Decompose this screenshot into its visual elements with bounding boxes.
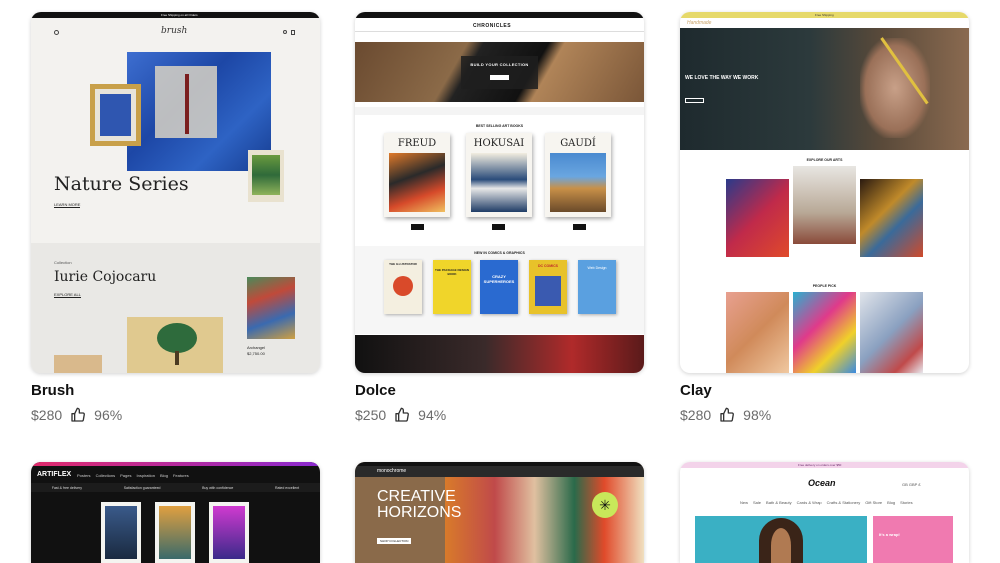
announcement-bar: Free Shipping on all Orders (31, 12, 320, 18)
monochrome-logo: monochrome (377, 468, 407, 474)
currency-selector[interactable]: GB GBP £ (902, 482, 921, 487)
theme-meta: $280 96% (31, 407, 122, 423)
theme-name[interactable]: Brush (31, 382, 74, 399)
pick-tile-1[interactable] (726, 292, 789, 373)
add-to-cart-button-3[interactable] (573, 224, 586, 230)
poster-1[interactable] (101, 502, 141, 563)
book-freud[interactable]: FREUD (384, 133, 450, 217)
hero-banner: BUILD YOUR COLLECTION (355, 42, 644, 102)
hero-box: BUILD YOUR COLLECTION (461, 56, 538, 89)
announcement-bar: Free delivery on orders over $50 (680, 462, 969, 468)
hero-art (445, 477, 644, 563)
collection-title: Iurie Cojocaru (54, 269, 157, 285)
comic-dc-comics[interactable]: DC COMICS (529, 260, 567, 314)
thumbs-up-icon (720, 407, 735, 422)
thumbs-up-icon (395, 407, 410, 422)
hero-shop-button[interactable] (490, 75, 509, 80)
comic-web-design[interactable]: Web Design (578, 260, 616, 314)
comic-illustrator[interactable]: THE ILLUSTRATOR (384, 260, 422, 314)
thumbs-up-icon (71, 407, 86, 422)
hanging-painting (248, 150, 284, 202)
art-tile-2[interactable] (793, 166, 856, 244)
hero-button[interactable] (685, 98, 704, 103)
comics-section: NEW IN COMICS & GRAPHICS THE ILLUSTRATOR… (355, 246, 644, 334)
pick-tile-3[interactable] (860, 292, 923, 373)
comic-crazy-superheroes[interactable]: CRAZY SUPERHEROES (480, 260, 518, 314)
perks-bar: Fast & free delivery Satisfaction guaran… (31, 483, 320, 492)
section-bestselling: BEST SELLING ART BOOKS (475, 124, 524, 128)
small-frame (54, 355, 102, 373)
theme-rating: 98% (743, 407, 772, 423)
dolce-brand: CHRONICLES (473, 23, 512, 29)
add-to-cart-button-2[interactable] (492, 224, 505, 230)
header-divider (355, 31, 644, 32)
product-price: $2,750.00 (247, 351, 265, 356)
announcement-bar: Free Shipping (680, 12, 969, 18)
book-hokusai[interactable]: HOKUSAI (466, 133, 532, 217)
theme-preview-clay[interactable]: Free Shipping Handmade WE LOVE THE WAY W… (680, 12, 969, 373)
comic-package-design[interactable]: THE PACKAGE DESIGN BOOK (433, 260, 471, 314)
collection-section: Collection Iurie Cojocaru EXPLORE ALL Ar… (31, 243, 320, 373)
product-archangel-image[interactable] (247, 277, 295, 339)
sparkle-badge: ✳ (592, 492, 618, 518)
pick-tile-2[interactable] (793, 292, 856, 373)
info-strip (355, 107, 644, 115)
theme-rating: 96% (94, 407, 123, 423)
top-bar (355, 12, 644, 18)
theme-meta: $280 98% (680, 407, 771, 423)
theme-preview-brush[interactable]: Free Shipping on all Orders brush Nature… (31, 12, 320, 373)
hero-shop-button[interactable]: SHOP COLLECTION (377, 538, 412, 544)
tree-painting (127, 317, 223, 373)
theme-preview-ocean[interactable]: Free delivery on orders over $50 Ocean G… (680, 462, 969, 563)
framed-painting (90, 84, 141, 146)
add-to-cart-button-1[interactable] (411, 224, 424, 230)
footer-banner (355, 335, 644, 373)
theme-name[interactable]: Clay (680, 382, 712, 399)
theme-preview-artiflex[interactable]: ARTIFLEX Posters Collections Pages Inspi… (31, 462, 320, 563)
clay-logo: Handmade (687, 20, 712, 26)
promo-tile[interactable]: It's a wrap! (873, 516, 953, 563)
section-people: PEOPLE PICK (812, 284, 837, 288)
ocean-logo: Ocean (808, 478, 836, 488)
brush-logo: brush (161, 26, 188, 36)
hero-learn-more-link[interactable]: LEARN MORE (54, 202, 81, 208)
cart-icon (291, 30, 295, 35)
ocean-nav: New Sale Bath & Beauty Cards & Wrap Craf… (740, 500, 913, 505)
menu-icon (54, 30, 59, 35)
book-gaudi[interactable]: GAUDÍ (545, 133, 611, 217)
theme-price: $280 (31, 407, 63, 423)
theme-rating: 94% (418, 407, 447, 423)
theme-preview-dolce[interactable]: CHRONICLES BUILD YOUR COLLECTION BEST SE… (355, 12, 644, 373)
hero-photo (695, 516, 867, 563)
hero-title: Nature Series (54, 173, 189, 195)
theme-name[interactable]: Dolce (355, 382, 396, 399)
art-tile-1[interactable] (726, 179, 789, 257)
hero-title: WE LOVE THE WAY WE WORK (685, 75, 759, 81)
artiflex-nav: Posters Collections Pages Inspiration Bl… (77, 473, 189, 478)
theme-meta: $250 94% (355, 407, 446, 423)
art-tile-3[interactable] (860, 179, 923, 257)
search-icon (283, 30, 287, 34)
poster-3[interactable] (209, 502, 249, 563)
explore-all-link[interactable]: EXPLORE ALL (54, 292, 81, 298)
theme-price: $280 (680, 407, 712, 423)
artiflex-logo: ARTIFLEX (37, 471, 72, 478)
product-name: Archangel (247, 345, 266, 350)
section-explore: EXPLORE OUR ARTS (806, 158, 843, 162)
hero-title-line-2: HORIZONS (377, 504, 462, 521)
poster-2[interactable] (155, 502, 195, 563)
theme-preview-monochrome[interactable]: monochrome CREATIVE HORIZONS SHOP COLLEC… (355, 462, 644, 563)
hero-banner: WE LOVE THE WAY WE WORK (680, 28, 969, 150)
theme-price: $250 (355, 407, 387, 423)
